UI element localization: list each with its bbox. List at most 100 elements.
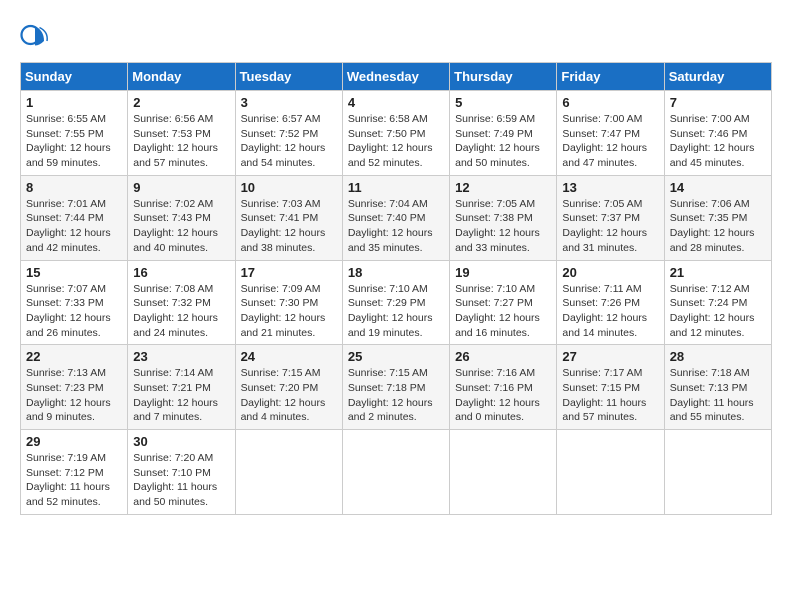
sunrise-label: Sunrise: 7:10 AM (348, 283, 428, 295)
sunrise-label: Sunrise: 7:18 AM (670, 367, 750, 379)
day-info: Sunrise: 7:19 AM Sunset: 7:12 PM Dayligh… (26, 451, 122, 510)
day-number: 22 (26, 349, 122, 364)
day-info: Sunrise: 6:56 AM Sunset: 7:53 PM Dayligh… (133, 112, 229, 171)
sunset-label: Sunset: 7:49 PM (455, 128, 533, 140)
sunset-label: Sunset: 7:15 PM (562, 382, 640, 394)
day-number: 19 (455, 265, 551, 280)
day-info: Sunrise: 7:06 AM Sunset: 7:35 PM Dayligh… (670, 197, 766, 256)
sunrise-label: Sunrise: 6:55 AM (26, 113, 106, 125)
daylight-label: Daylight: 12 hours and 12 minutes. (670, 312, 755, 339)
sunset-label: Sunset: 7:46 PM (670, 128, 748, 140)
calendar-cell: 29 Sunrise: 7:19 AM Sunset: 7:12 PM Dayl… (21, 430, 128, 515)
calendar-cell: 25 Sunrise: 7:15 AM Sunset: 7:18 PM Dayl… (342, 345, 449, 430)
daylight-label: Daylight: 12 hours and 52 minutes. (348, 142, 433, 169)
day-number: 2 (133, 95, 229, 110)
daylight-label: Daylight: 12 hours and 0 minutes. (455, 397, 540, 424)
daylight-label: Daylight: 12 hours and 2 minutes. (348, 397, 433, 424)
day-number: 5 (455, 95, 551, 110)
sunset-label: Sunset: 7:30 PM (241, 297, 319, 309)
day-info: Sunrise: 7:10 AM Sunset: 7:29 PM Dayligh… (348, 282, 444, 341)
calendar-cell: 16 Sunrise: 7:08 AM Sunset: 7:32 PM Dayl… (128, 260, 235, 345)
sunrise-label: Sunrise: 7:16 AM (455, 367, 535, 379)
daylight-label: Daylight: 11 hours and 55 minutes. (670, 397, 754, 424)
calendar-cell: 11 Sunrise: 7:04 AM Sunset: 7:40 PM Dayl… (342, 175, 449, 260)
sunset-label: Sunset: 7:32 PM (133, 297, 211, 309)
day-info: Sunrise: 6:59 AM Sunset: 7:49 PM Dayligh… (455, 112, 551, 171)
sunrise-label: Sunrise: 7:15 AM (241, 367, 321, 379)
calendar-cell: 10 Sunrise: 7:03 AM Sunset: 7:41 PM Dayl… (235, 175, 342, 260)
day-number: 24 (241, 349, 337, 364)
sunrise-label: Sunrise: 7:05 AM (562, 198, 642, 210)
sunset-label: Sunset: 7:47 PM (562, 128, 640, 140)
day-number: 30 (133, 434, 229, 449)
daylight-label: Daylight: 12 hours and 40 minutes. (133, 227, 218, 254)
sunset-label: Sunset: 7:41 PM (241, 212, 319, 224)
sunset-label: Sunset: 7:33 PM (26, 297, 104, 309)
day-info: Sunrise: 7:00 AM Sunset: 7:46 PM Dayligh… (670, 112, 766, 171)
day-number: 12 (455, 180, 551, 195)
calendar-cell: 27 Sunrise: 7:17 AM Sunset: 7:15 PM Dayl… (557, 345, 664, 430)
daylight-label: Daylight: 12 hours and 35 minutes. (348, 227, 433, 254)
calendar-cell: 21 Sunrise: 7:12 AM Sunset: 7:24 PM Dayl… (664, 260, 771, 345)
sunrise-label: Sunrise: 7:13 AM (26, 367, 106, 379)
day-info: Sunrise: 7:17 AM Sunset: 7:15 PM Dayligh… (562, 366, 658, 425)
sunset-label: Sunset: 7:29 PM (348, 297, 426, 309)
sunset-label: Sunset: 7:23 PM (26, 382, 104, 394)
day-number: 23 (133, 349, 229, 364)
calendar-cell: 4 Sunrise: 6:58 AM Sunset: 7:50 PM Dayli… (342, 91, 449, 176)
day-info: Sunrise: 7:15 AM Sunset: 7:18 PM Dayligh… (348, 366, 444, 425)
sunrise-label: Sunrise: 7:04 AM (348, 198, 428, 210)
sunset-label: Sunset: 7:18 PM (348, 382, 426, 394)
daylight-label: Daylight: 12 hours and 7 minutes. (133, 397, 218, 424)
sunset-label: Sunset: 7:27 PM (455, 297, 533, 309)
day-number: 11 (348, 180, 444, 195)
daylight-label: Daylight: 12 hours and 4 minutes. (241, 397, 326, 424)
weekday-header: Saturday (664, 63, 771, 91)
calendar-cell: 2 Sunrise: 6:56 AM Sunset: 7:53 PM Dayli… (128, 91, 235, 176)
day-number: 8 (26, 180, 122, 195)
sunset-label: Sunset: 7:24 PM (670, 297, 748, 309)
sunrise-label: Sunrise: 7:15 AM (348, 367, 428, 379)
day-info: Sunrise: 6:57 AM Sunset: 7:52 PM Dayligh… (241, 112, 337, 171)
daylight-label: Daylight: 12 hours and 14 minutes. (562, 312, 647, 339)
daylight-label: Daylight: 12 hours and 57 minutes. (133, 142, 218, 169)
day-number: 10 (241, 180, 337, 195)
day-info: Sunrise: 7:15 AM Sunset: 7:20 PM Dayligh… (241, 366, 337, 425)
daylight-label: Daylight: 12 hours and 45 minutes. (670, 142, 755, 169)
sunrise-label: Sunrise: 7:09 AM (241, 283, 321, 295)
sunrise-label: Sunrise: 7:05 AM (455, 198, 535, 210)
calendar-cell: 13 Sunrise: 7:05 AM Sunset: 7:37 PM Dayl… (557, 175, 664, 260)
day-number: 25 (348, 349, 444, 364)
calendar-cell: 19 Sunrise: 7:10 AM Sunset: 7:27 PM Dayl… (450, 260, 557, 345)
sunset-label: Sunset: 7:53 PM (133, 128, 211, 140)
calendar-cell: 23 Sunrise: 7:14 AM Sunset: 7:21 PM Dayl… (128, 345, 235, 430)
daylight-label: Daylight: 12 hours and 28 minutes. (670, 227, 755, 254)
calendar-cell: 24 Sunrise: 7:15 AM Sunset: 7:20 PM Dayl… (235, 345, 342, 430)
calendar-table: SundayMondayTuesdayWednesdayThursdayFrid… (20, 62, 772, 515)
calendar-cell: 7 Sunrise: 7:00 AM Sunset: 7:46 PM Dayli… (664, 91, 771, 176)
weekday-header: Monday (128, 63, 235, 91)
calendar-header-row: SundayMondayTuesdayWednesdayThursdayFrid… (21, 63, 772, 91)
calendar-cell (450, 430, 557, 515)
calendar-cell: 20 Sunrise: 7:11 AM Sunset: 7:26 PM Dayl… (557, 260, 664, 345)
day-number: 26 (455, 349, 551, 364)
sunrise-label: Sunrise: 7:00 AM (562, 113, 642, 125)
daylight-label: Daylight: 12 hours and 16 minutes. (455, 312, 540, 339)
daylight-label: Daylight: 12 hours and 21 minutes. (241, 312, 326, 339)
day-info: Sunrise: 7:08 AM Sunset: 7:32 PM Dayligh… (133, 282, 229, 341)
weekday-header: Thursday (450, 63, 557, 91)
day-info: Sunrise: 7:00 AM Sunset: 7:47 PM Dayligh… (562, 112, 658, 171)
day-info: Sunrise: 7:02 AM Sunset: 7:43 PM Dayligh… (133, 197, 229, 256)
sunrise-label: Sunrise: 7:19 AM (26, 452, 106, 464)
sunset-label: Sunset: 7:16 PM (455, 382, 533, 394)
day-number: 7 (670, 95, 766, 110)
sunset-label: Sunset: 7:21 PM (133, 382, 211, 394)
calendar-cell: 14 Sunrise: 7:06 AM Sunset: 7:35 PM Dayl… (664, 175, 771, 260)
sunset-label: Sunset: 7:40 PM (348, 212, 426, 224)
day-number: 20 (562, 265, 658, 280)
daylight-label: Daylight: 11 hours and 57 minutes. (562, 397, 646, 424)
daylight-label: Daylight: 11 hours and 50 minutes. (133, 481, 217, 508)
sunrise-label: Sunrise: 7:06 AM (670, 198, 750, 210)
sunset-label: Sunset: 7:50 PM (348, 128, 426, 140)
day-number: 15 (26, 265, 122, 280)
